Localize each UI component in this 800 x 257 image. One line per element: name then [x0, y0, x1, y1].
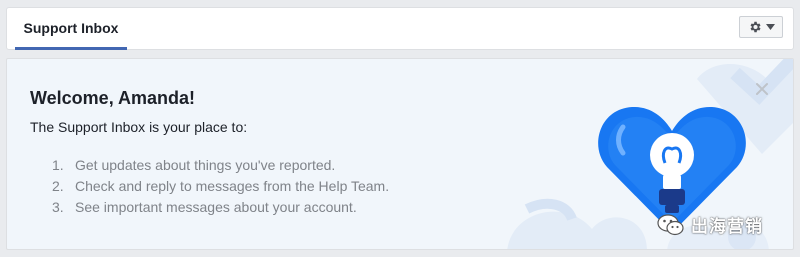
list-item-text: Check and reply to messages from the Hel… — [75, 178, 390, 194]
list-item-number: 1. — [52, 157, 64, 173]
list-item: 2. Check and reply to messages from the … — [52, 176, 389, 197]
tab-bar: Support Inbox — [6, 7, 794, 50]
list-item: 3. See important messages about your acc… — [52, 197, 389, 218]
gear-icon — [750, 21, 761, 33]
caret-down-icon — [765, 24, 775, 30]
list-item-text: See important messages about your accoun… — [75, 199, 357, 215]
watermark-text: 出海营销 — [691, 217, 763, 237]
welcome-intro: The Support Inbox is your place to: — [30, 119, 248, 135]
watermark: 出海营销 — [657, 212, 763, 237]
list-item-number: 2. — [52, 178, 64, 194]
close-icon[interactable] — [755, 82, 769, 96]
list-item: 1. Get updates about things you've repor… — [52, 155, 389, 176]
welcome-title: Welcome, Amanda! — [30, 88, 196, 108]
settings-button[interactable] — [739, 16, 783, 38]
list-item-text: Get updates about things you've reported… — [75, 157, 336, 173]
tab-support-inbox[interactable]: Support Inbox — [15, 8, 127, 50]
feature-list: 1. Get updates about things you've repor… — [52, 155, 389, 218]
list-item-number: 3. — [52, 199, 64, 215]
wechat-icon — [657, 213, 684, 235]
